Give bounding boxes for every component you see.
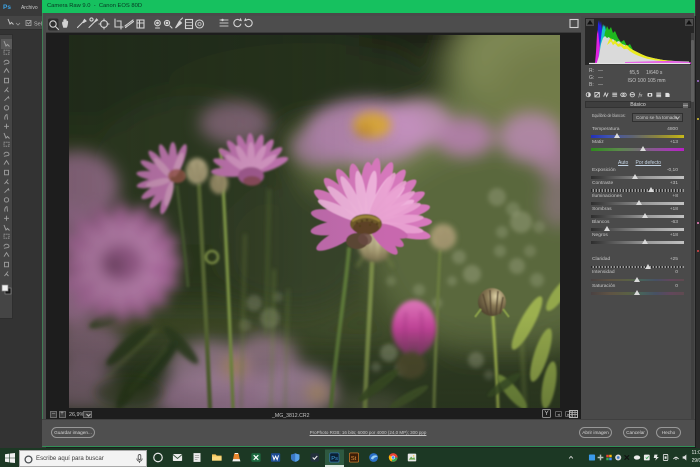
svg-text:St: St <box>351 456 357 462</box>
svg-text:Ps: Ps <box>331 456 338 462</box>
svg-text:Sel: Sel <box>34 22 42 28</box>
svg-text:fx: fx <box>639 92 643 99</box>
